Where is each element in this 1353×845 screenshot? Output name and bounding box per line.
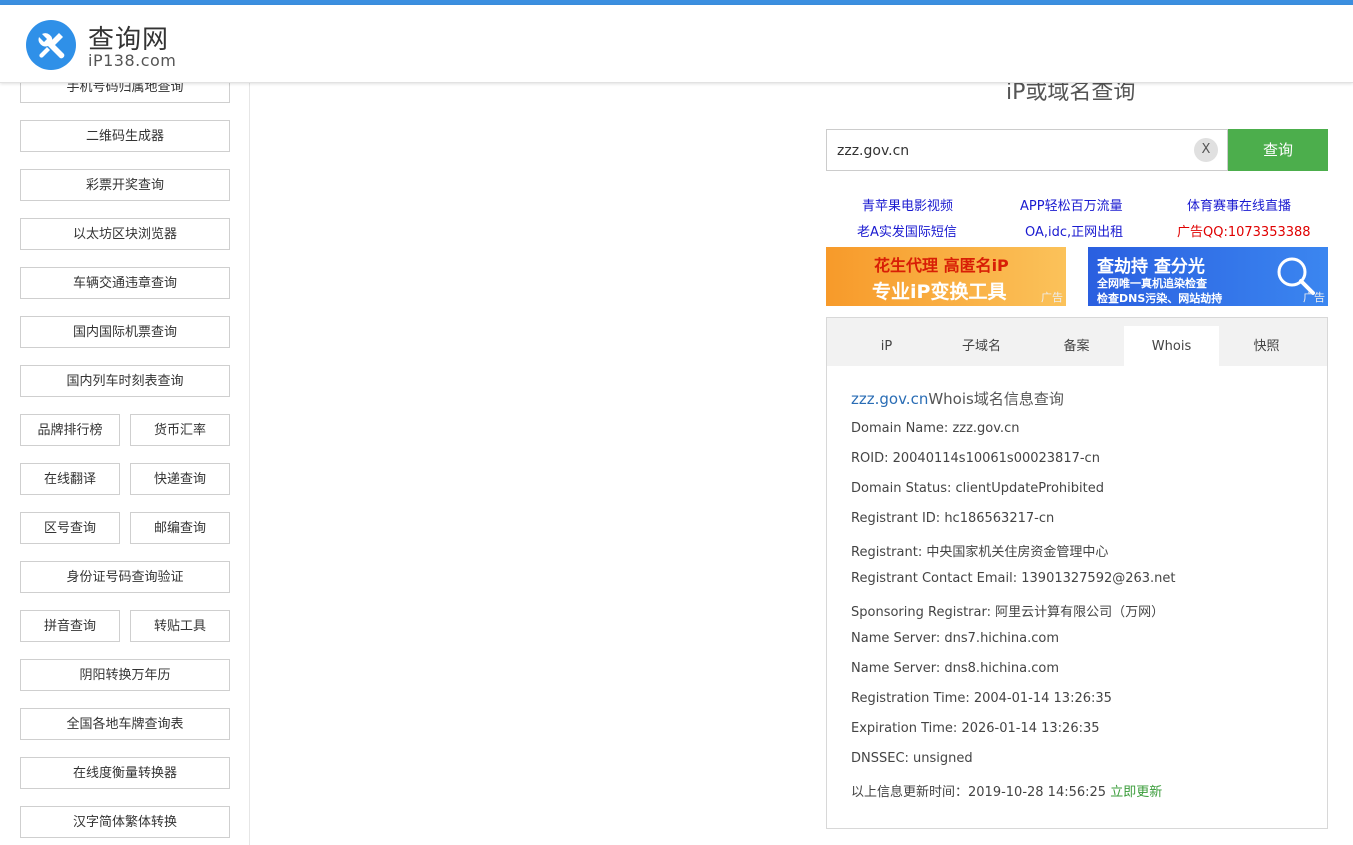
sidebar-item-ethereum[interactable]: 以太坊区块浏览器: [20, 218, 230, 250]
sidebar: 手机号码归属地查询 二维码生成器 彩票开奖查询 以太坊区块浏览器 车辆交通违章查…: [0, 82, 250, 845]
sidebar-item-postcode[interactable]: 邮编查询: [130, 512, 230, 544]
sidebar-item-unit-converter[interactable]: 在线度衡量转换器: [20, 757, 230, 789]
whois-row: Name Server: dns8.hichina.com: [851, 661, 1060, 676]
banner-proxy-headline: 花生代理 高匿名iP: [874, 256, 1009, 275]
ad-link-sms[interactable]: 老A实发国际短信: [857, 221, 957, 240]
tab-icp[interactable]: 备案: [1029, 326, 1124, 366]
sidebar-item-flights[interactable]: 国内国际机票查询: [20, 316, 230, 348]
tab-whois[interactable]: Whois: [1124, 326, 1219, 366]
logo-wrench-icon[interactable]: [26, 20, 76, 70]
ad-link-oa-idc[interactable]: OA,idc,正网出租: [1025, 221, 1123, 240]
sidebar-item-license-plates[interactable]: 全国各地车牌查询表: [20, 708, 230, 740]
tab-ip[interactable]: iP: [839, 326, 934, 366]
tab-subdomain[interactable]: 子域名: [934, 326, 1029, 366]
whois-domain-link[interactable]: zzz.gov.cn: [851, 390, 928, 408]
sidebar-item-phone-location[interactable]: 手机号码归属地查询: [20, 82, 230, 103]
whois-row: Expiration Time: 2026-01-14 13:26:35: [851, 721, 1100, 736]
update-now-link[interactable]: 立即更新: [1110, 785, 1162, 800]
ad-banner-proxy[interactable]: 花生代理 高匿名iP 专业iP变换工具 广告: [826, 247, 1066, 306]
search-input[interactable]: [835, 138, 1179, 164]
result-panel: iP 子域名 备案 Whois 快照 zzz.gov.cnWhois域名信息查询…: [826, 317, 1328, 829]
whois-row: Registrant Contact Email: 13901327592@26…: [851, 571, 1176, 586]
sidebar-item-calendar[interactable]: 阴阳转换万年历: [20, 659, 230, 691]
whois-row: Name Server: dns7.hichina.com: [851, 631, 1060, 646]
whois-row: Domain Status: clientUpdateProhibited: [851, 481, 1104, 496]
clear-button[interactable]: X: [1194, 138, 1218, 162]
sidebar-item-qrcode[interactable]: 二维码生成器: [20, 120, 230, 152]
ad-banner-hijack-check[interactable]: 查劫持 查分光 全网唯一真机追染检查 检查DNS污染、网站劫持 广告: [1088, 247, 1328, 306]
sidebar-item-repost-tool[interactable]: 转贴工具: [130, 610, 230, 642]
banner-hijack-line2: 全网唯一真机追染检查: [1097, 277, 1207, 290]
sidebar-item-express[interactable]: 快递查询: [130, 463, 230, 495]
whois-updated-text: 以上信息更新时间：2019-10-28 14:56:25: [851, 785, 1107, 800]
ad-label: 广告: [1041, 291, 1063, 304]
query-button[interactable]: 查询: [1228, 129, 1328, 171]
whois-row: Domain Name: zzz.gov.cn: [851, 421, 1020, 436]
ad-link-app-traffic[interactable]: APP轻松百万流量: [1020, 195, 1123, 214]
site-domain[interactable]: iP138.com: [88, 51, 176, 70]
sidebar-item-lottery[interactable]: 彩票开奖查询: [20, 169, 230, 201]
ad-link-qq-contact[interactable]: 广告QQ:1073353388: [1177, 221, 1311, 240]
sidebar-item-area-code[interactable]: 区号查询: [20, 512, 120, 544]
sidebar-item-translate[interactable]: 在线翻译: [20, 463, 120, 495]
sidebar-item-pinyin[interactable]: 拼音查询: [20, 610, 120, 642]
tab-snapshot[interactable]: 快照: [1219, 326, 1314, 366]
sidebar-item-trains[interactable]: 国内列车时刻表查询: [20, 365, 230, 397]
result-tabs: iP 子域名 备案 Whois 快照: [827, 318, 1327, 366]
sidebar-item-id-card[interactable]: 身份证号码查询验证: [20, 561, 230, 593]
whois-row: Sponsoring Registrar: 阿里云计算有限公司（万网）: [851, 605, 1165, 620]
sidebar-item-brands[interactable]: 品牌排行榜: [20, 414, 120, 446]
banner-proxy-tagline: 专业iP变换工具: [872, 281, 1007, 303]
whois-row: Registration Time: 2004-01-14 13:26:35: [851, 691, 1112, 706]
sidebar-item-currency[interactable]: 货币汇率: [130, 414, 230, 446]
sidebar-item-chinese-converter[interactable]: 汉字简体繁体转换: [20, 806, 230, 838]
whois-title-suffix: Whois域名信息查询: [928, 390, 1064, 408]
whois-row: Registrant: 中央国家机关住房资金管理中心: [851, 545, 1109, 560]
whois-row: ROID: 20040114s10061s00023817-cn: [851, 451, 1100, 466]
ad-link-sports[interactable]: 体育赛事在线直播: [1187, 195, 1291, 214]
banner-hijack-headline: 查劫持 查分光: [1097, 257, 1205, 277]
banner-hijack-line3: 检查DNS污染、网站劫持: [1097, 292, 1223, 305]
ad-label: 广告: [1303, 291, 1325, 304]
whois-title: zzz.gov.cnWhois域名信息查询: [851, 388, 1064, 409]
whois-updated-row: 以上信息更新时间：2019-10-28 14:56:25 立即更新: [851, 781, 1162, 800]
whois-row: Registrant ID: hc186563217-cn: [851, 511, 1055, 526]
search-box: X: [826, 129, 1228, 171]
ad-link-movies[interactable]: 青苹果电影视频: [862, 195, 953, 214]
whois-row: DNSSEC: unsigned: [851, 751, 973, 766]
site-header: 查询网 iP138.com: [0, 5, 1353, 83]
sidebar-item-traffic[interactable]: 车辆交通违章查询: [20, 267, 230, 299]
